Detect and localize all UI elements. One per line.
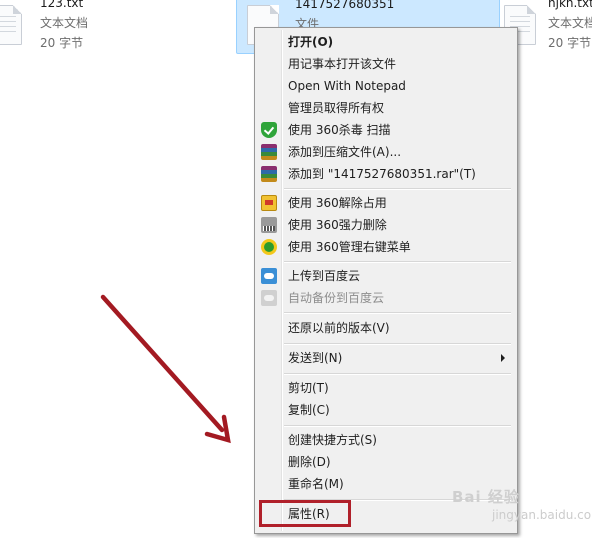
menu-item-upload-baidu-cloud[interactable]: 上传到百度云	[257, 265, 513, 287]
file-size: 20 字节	[40, 36, 84, 50]
menu-item-send-to[interactable]: 发送到(N)	[257, 347, 513, 369]
menu-item-open-with-notepad-cn[interactable]: 用记事本打开该文件	[257, 53, 513, 75]
menu-separator	[284, 261, 511, 263]
menu-item-open-with-notepad[interactable]: Open With Notepad	[257, 75, 513, 97]
menu-item-360-manage-menu[interactable]: 使用 360管理右键菜单	[257, 236, 513, 258]
menu-item-add-to-archive[interactable]: 添加到压缩文件(A)...	[257, 141, 513, 163]
file-type: 文本文档	[40, 16, 89, 30]
cloud-backup-icon	[261, 290, 277, 306]
menu-item-copy[interactable]: 复制(C)	[257, 399, 513, 421]
menu-item-360-force-delete[interactable]: 使用 360强力删除	[257, 214, 513, 236]
menu-separator	[284, 188, 511, 190]
archive-icon	[261, 166, 277, 182]
file-name: hjkh.txt	[548, 0, 592, 10]
menu-separator	[284, 312, 511, 314]
menu-separator	[284, 425, 511, 427]
watermark-subtext: jingyan.baidu.com	[492, 508, 592, 522]
file-size: 20 字节	[548, 36, 592, 50]
baidu-jingyan-watermark: Bai 经验 jingyan.baidu.com	[452, 486, 592, 522]
menu-item-auto-backup-baidu-cloud: 自动备份到百度云	[257, 287, 513, 309]
360-icon	[261, 239, 277, 255]
menu-item-delete[interactable]: 删除(D)	[257, 451, 513, 473]
shredder-icon	[261, 217, 277, 233]
menu-item-add-to-rar[interactable]: 添加到 "1417527680351.rar"(T)	[257, 163, 513, 185]
properties-highlight-box	[259, 500, 351, 527]
menu-separator	[284, 373, 511, 375]
watermark-text: Bai 经验	[452, 488, 520, 506]
text-document-icon	[0, 5, 22, 45]
submenu-arrow-icon	[501, 354, 505, 362]
menu-item-360-scan[interactable]: 使用 360杀毒 扫描	[257, 119, 513, 141]
file-name: 123.txt	[40, 0, 84, 10]
menu-item-create-shortcut[interactable]: 创建快捷方式(S)	[257, 429, 513, 451]
file-type: 文本文档	[548, 16, 592, 30]
cloud-upload-icon	[261, 268, 277, 284]
shield-icon	[261, 122, 277, 138]
menu-separator	[284, 343, 511, 345]
file-name: 1417527680351	[295, 0, 395, 11]
unlock-icon	[261, 195, 277, 211]
menu-item-open[interactable]: 打开(O)	[257, 31, 513, 53]
menu-item-cut[interactable]: 剪切(T)	[257, 377, 513, 399]
archive-icon	[261, 144, 277, 160]
menu-item-restore-previous-versions[interactable]: 还原以前的版本(V)	[257, 317, 513, 339]
menu-item-360-unlock[interactable]: 使用 360解除占用	[257, 192, 513, 214]
context-menu: 打开(O) 用记事本打开该文件 Open With Notepad 管理员取得所…	[254, 27, 518, 534]
menu-item-take-ownership[interactable]: 管理员取得所有权	[257, 97, 513, 119]
